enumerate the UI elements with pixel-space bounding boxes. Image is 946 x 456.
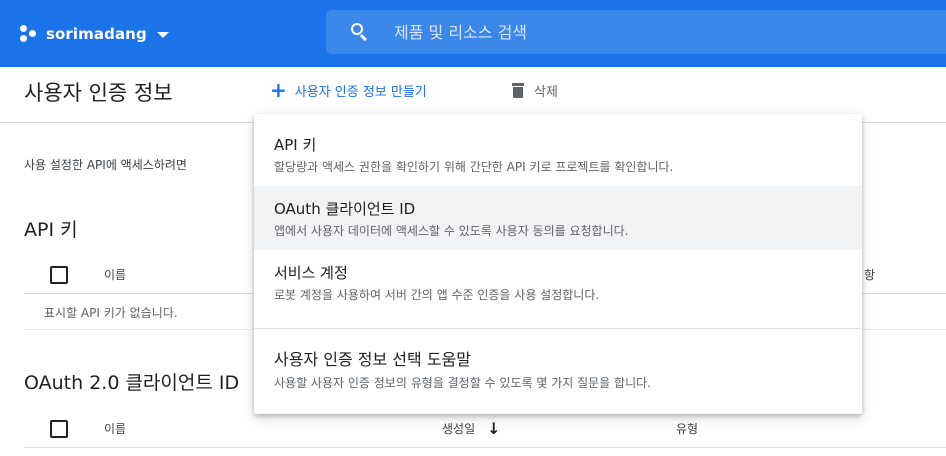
- chevron-down-icon: [156, 32, 169, 38]
- menu-divider: [254, 328, 862, 329]
- menu-item-description: 할당량과 액세스 권한을 확인하기 위해 간단한 API 키로 프로젝트를 확인…: [274, 160, 674, 174]
- project-selector[interactable]: sorimadang: [20, 20, 169, 48]
- create-credentials-menu: API 키 할당량과 액세스 권한을 확인하기 위해 간단한 API 키로 프로…: [254, 114, 862, 414]
- plus-icon: +: [270, 78, 287, 102]
- select-all-checkbox[interactable]: [50, 266, 68, 284]
- menu-item-title: API 키: [274, 136, 317, 154]
- create-credentials-button[interactable]: + 사용자 인증 정보 만들기: [270, 79, 427, 101]
- column-created[interactable]: 생성일 ↓: [442, 420, 501, 437]
- project-dots-icon: [20, 25, 38, 43]
- arrow-down-icon: ↓: [487, 418, 501, 438]
- column-type[interactable]: 유형: [676, 420, 698, 437]
- trash-icon: [512, 82, 524, 98]
- search-bar[interactable]: [326, 10, 946, 54]
- oauth-table-header: 이름 생성일 ↓ 유형: [24, 408, 946, 448]
- search-input[interactable]: [394, 22, 894, 42]
- oauth-heading: OAuth 2.0 클라이언트 ID: [24, 372, 240, 394]
- menu-item-title: 사용자 인증 정보 선택 도움말: [274, 350, 471, 369]
- menu-item-description: 로봇 계정을 사용하여 서버 간의 앱 수준 인증을 사용 설정합니다.: [274, 288, 600, 302]
- column-name[interactable]: 이름: [104, 420, 126, 437]
- delete-label: 삭제: [534, 84, 558, 100]
- column-name[interactable]: 이름: [104, 266, 126, 283]
- menu-item-oauth-client-id[interactable]: OAuth 클라이언트 ID 앱에서 사용자 데이터에 액세스할 수 있도록 사…: [254, 186, 862, 250]
- menu-item-service-account[interactable]: 서비스 계정 로봇 계정을 사용하여 서버 간의 앱 수준 인증을 사용 설정합…: [254, 250, 862, 314]
- page-title: 사용자 인증 정보: [24, 81, 173, 105]
- menu-item-title: OAuth 클라이언트 ID: [274, 200, 416, 218]
- api-keys-heading: API 키: [24, 219, 78, 241]
- column-created-label: 생성일: [442, 422, 476, 436]
- empty-message: 표시할 API 키가 없습니다.: [44, 306, 178, 320]
- top-app-bar: sorimadang: [0, 0, 946, 67]
- menu-item-title: 서비스 계정: [274, 264, 348, 282]
- menu-item-description: 앱에서 사용자 데이터에 액세스할 수 있도록 사용자 동의를 요청합니다.: [274, 224, 629, 238]
- select-all-checkbox[interactable]: [50, 420, 68, 438]
- project-name: sorimadang: [46, 25, 147, 43]
- intro-text: 사용 설정한 API에 액세스하려면: [24, 158, 187, 172]
- menu-item-description: 사용할 사용자 인증 정보의 유형을 결정할 수 있도록 몇 가지 질문을 합니…: [274, 376, 651, 390]
- menu-item-help-me-choose[interactable]: 사용자 인증 정보 선택 도움말 사용할 사용자 인증 정보의 유형을 결정할 …: [254, 336, 862, 400]
- search-icon: [350, 22, 370, 42]
- delete-button[interactable]: 삭제: [512, 79, 558, 101]
- create-credentials-label: 사용자 인증 정보 만들기: [294, 84, 427, 100]
- column-restrictions[interactable]: 항: [864, 266, 875, 283]
- menu-item-api-key[interactable]: API 키 할당량과 액세스 권한을 확인하기 위해 간단한 API 키로 프로…: [254, 122, 862, 186]
